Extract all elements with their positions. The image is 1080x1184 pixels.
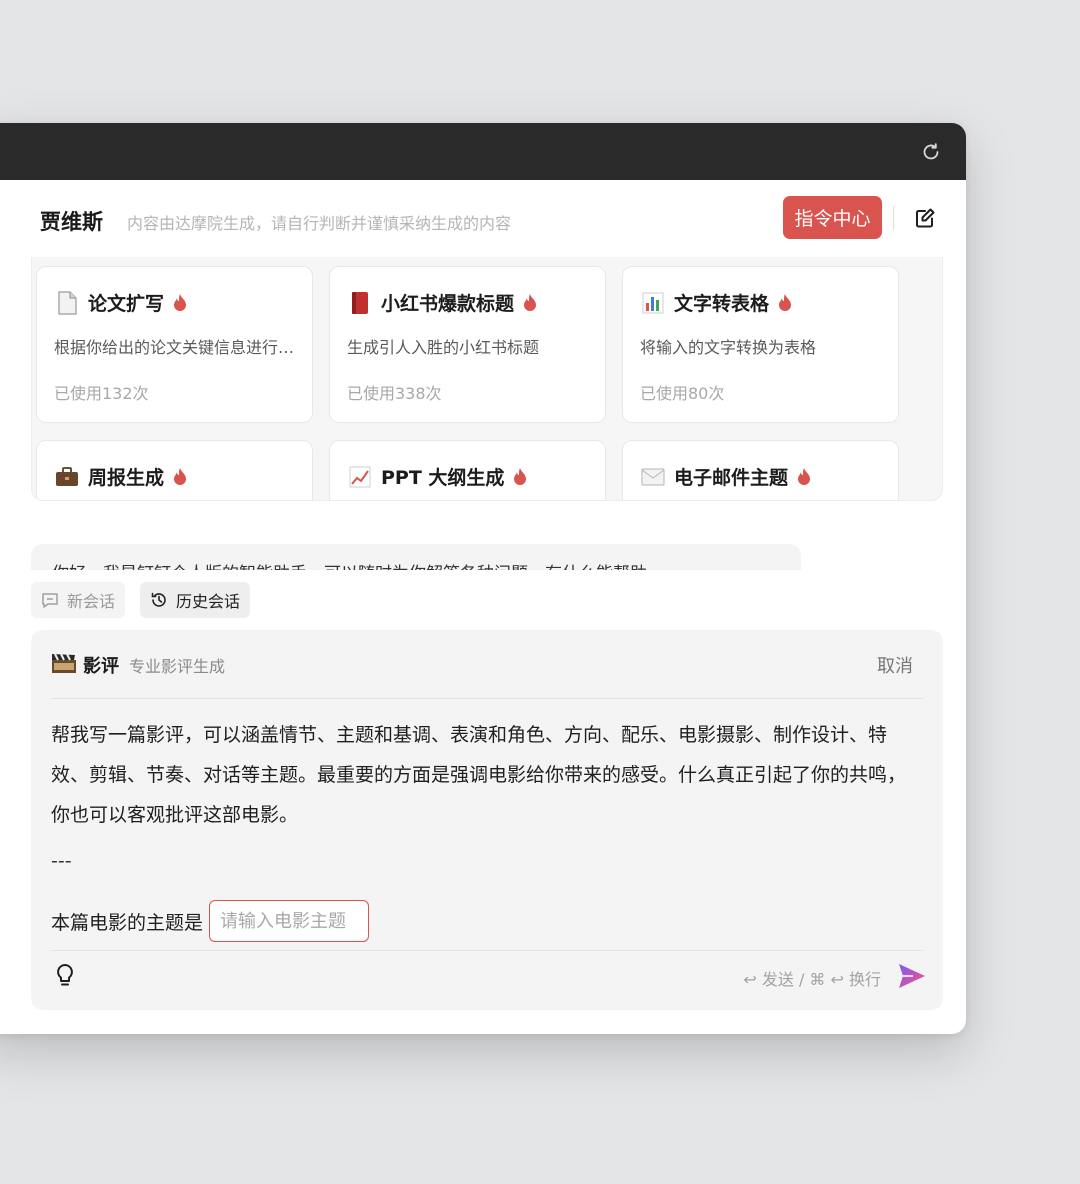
fire-icon — [512, 467, 528, 487]
card-usage-count: 已使用132次 — [54, 384, 149, 403]
app-header: 贾维斯 内容由达摩院生成，请自行判断并谨慎采纳生成的内容 指令中心 — [0, 180, 966, 258]
prompt-separator: --- — [51, 850, 72, 872]
command-name: 影评 — [83, 656, 119, 677]
fire-icon — [796, 467, 812, 487]
chat-bubble-icon — [42, 593, 58, 608]
new-session-label: 新会话 — [67, 592, 116, 611]
envelope-icon — [640, 464, 666, 490]
movie-topic-input[interactable] — [209, 900, 370, 942]
bar-chart-icon — [640, 290, 666, 316]
send-button[interactable] — [897, 962, 927, 994]
app-title: 贾维斯 — [40, 210, 103, 234]
composer-divider-top — [51, 698, 923, 699]
history-icon — [151, 592, 166, 607]
history-session-button[interactable]: 历史会话 — [140, 582, 251, 618]
greeting-text: 你好，我是钉钉个人版的智能助手，可以随时为你解答各种问题，有什么能帮助 — [52, 559, 647, 570]
new-note-button[interactable] — [911, 204, 939, 232]
card-email-subject[interactable]: 电子邮件主题 — [622, 440, 899, 500]
fire-icon — [777, 293, 793, 313]
command-cards-panel: 论文扩写 根据你给出的论文关键信息进行扩写，生成一篇完整的论文 已使用132次 … — [31, 257, 943, 501]
card-usage-count: 已使用338次 — [347, 384, 442, 403]
history-session-label: 历史会话 — [176, 592, 241, 611]
prompt-composer: 影评 专业影评生成 取消 帮我写一篇影评，可以涵盖情节、主题和基调、表演和角色、… — [31, 630, 943, 1010]
fire-icon — [172, 293, 188, 313]
send-icon — [899, 964, 925, 988]
card-text-to-table[interactable]: 文字转表格 将输入的文字转换为表格 已使用80次 — [622, 266, 899, 423]
keyboard-hint: ↩ 发送 / ⌘ ↩ 换行 — [743, 970, 881, 989]
page-icon — [54, 290, 80, 316]
card-description: 生成引人入胜的小红书标题 — [347, 338, 540, 357]
cancel-button[interactable]: 取消 — [877, 652, 913, 678]
card-ppt-outline[interactable]: PPT 大纲生成 — [329, 440, 606, 500]
composer-divider-bottom — [51, 950, 923, 951]
card-title: 小红书爆款标题 — [381, 293, 515, 315]
fire-icon — [172, 467, 188, 487]
fire-icon — [522, 293, 538, 313]
assistant-window: 贾维斯 内容由达摩院生成，请自行判断并谨慎采纳生成的内容 指令中心 论文扩写 根… — [0, 123, 966, 1034]
card-title: 周报生成 — [88, 467, 165, 489]
refresh-button[interactable] — [920, 141, 942, 163]
card-usage-count: 已使用80次 — [640, 384, 725, 403]
red-book-icon — [347, 290, 373, 316]
film-clapper-icon — [51, 652, 77, 678]
topic-label: 本篇电影的主题是 — [51, 911, 204, 934]
title-bar — [0, 123, 966, 180]
assistant-greeting-bubble: 你好，我是钉钉个人版的智能助手，可以随时为你解答各种问题，有什么能帮助 — [31, 544, 801, 570]
suggestion-button[interactable] — [53, 963, 77, 993]
lightbulb-icon — [57, 964, 73, 986]
header-divider — [893, 206, 894, 230]
briefcase-icon — [54, 464, 80, 490]
disclaimer-text: 内容由达摩院生成，请自行判断并谨慎采纳生成的内容 — [127, 214, 512, 233]
card-paper-expand[interactable]: 论文扩写 根据你给出的论文关键信息进行扩写，生成一篇完整的论文 已使用132次 — [36, 266, 313, 423]
refresh-icon — [923, 143, 939, 160]
command-description: 专业影评生成 — [129, 657, 226, 676]
card-title: 电子邮件主题 — [674, 467, 789, 489]
card-title: 论文扩写 — [88, 293, 165, 315]
line-chart-icon — [347, 464, 373, 490]
command-center-button[interactable]: 指令中心 — [783, 196, 882, 239]
card-title: PPT 大纲生成 — [381, 467, 505, 489]
card-weekly-report[interactable]: 周报生成 — [36, 440, 313, 500]
edit-icon — [916, 208, 935, 228]
card-description: 根据你给出的论文关键信息进行扩写，生成一篇完整的论文 — [54, 338, 299, 357]
card-title: 文字转表格 — [674, 293, 770, 315]
card-xiaohongshu-title[interactable]: 小红书爆款标题 生成引人入胜的小红书标题 已使用338次 — [329, 266, 606, 423]
prompt-text[interactable]: 帮我写一篇影评，可以涵盖情节、主题和基调、表演和角色、方向、配乐、电影摄影、制作… — [51, 715, 921, 835]
new-session-button[interactable]: 新会话 — [31, 582, 126, 618]
card-description: 将输入的文字转换为表格 — [640, 338, 817, 357]
